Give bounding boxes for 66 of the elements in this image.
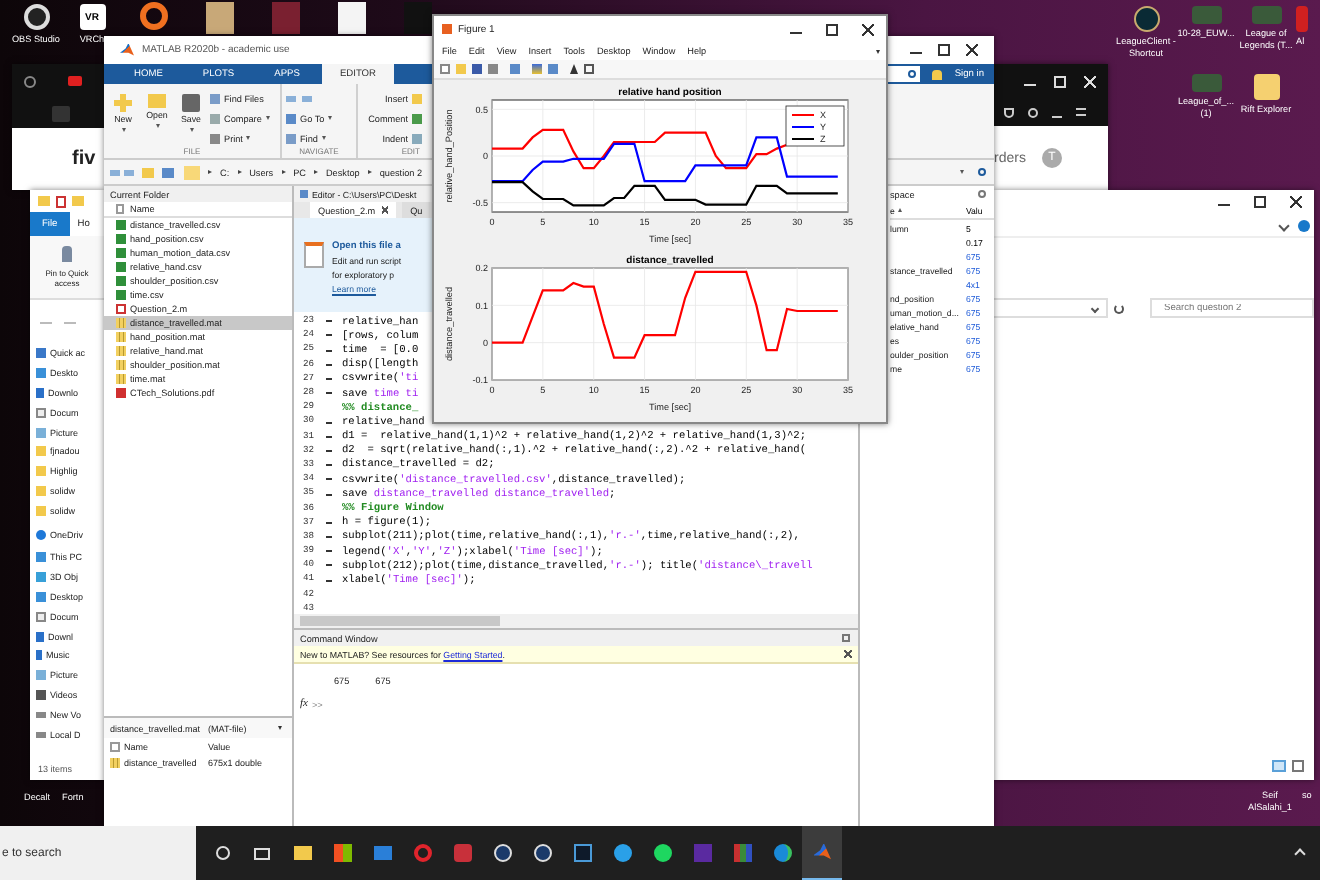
- minimize-icon[interactable]: [910, 46, 922, 54]
- close-icon[interactable]: [862, 23, 874, 35]
- circle-icon: [613, 844, 631, 862]
- photo-placeholder: [206, 2, 234, 34]
- peak-icon: [120, 43, 134, 57]
- script-icon: [116, 304, 126, 314]
- chevron-icon[interactable]: [1090, 303, 1100, 313]
- tiles-view-icon[interactable]: [1292, 760, 1304, 772]
- grid-file-icon: [110, 757, 120, 767]
- app-icon: [573, 844, 591, 862]
- task-view-icon: [254, 847, 270, 859]
- colorbar-icon[interactable]: [532, 64, 542, 74]
- close-icon[interactable]: [1084, 75, 1096, 87]
- circle-icon[interactable]: [24, 75, 36, 87]
- dock-arrow-icon[interactable]: [876, 49, 880, 53]
- menu-icon[interactable]: [1076, 108, 1086, 116]
- drive-icon: [36, 711, 46, 718]
- pointer-icon[interactable]: [570, 64, 578, 74]
- checkbox-icon: [116, 204, 124, 214]
- taskbar-button[interactable]: [802, 826, 842, 880]
- new-file-icon[interactable]: [440, 64, 450, 74]
- help-icon[interactable]: [1298, 219, 1310, 231]
- close-icon[interactable]: [381, 206, 389, 214]
- shield-icon[interactable]: [1004, 107, 1014, 117]
- refresh-icon[interactable]: [1114, 303, 1124, 313]
- photo-placeholder: [272, 2, 300, 34]
- chart-document-icon: [304, 242, 324, 268]
- panel-icon[interactable]: [584, 64, 594, 74]
- bell-icon[interactable]: [932, 69, 943, 79]
- site-logo: fiv: [72, 148, 96, 170]
- chevron-up-icon[interactable]: [1294, 847, 1306, 859]
- table-icon: [110, 741, 120, 751]
- document-icon: [56, 195, 66, 207]
- maximize-icon[interactable]: [938, 44, 950, 56]
- thumbnail-icon[interactable]: [1191, 74, 1221, 92]
- search-icon: [908, 70, 917, 78]
- caret-icon: [155, 124, 159, 128]
- search-field[interactable]: [888, 66, 921, 82]
- scrollbar-thumb[interactable]: [300, 616, 500, 626]
- drive-icon: [36, 731, 46, 738]
- maximize-icon[interactable]: [1254, 196, 1266, 208]
- thumbnail-icon[interactable]: [1251, 6, 1281, 24]
- panel-menu-icon[interactable]: [978, 190, 986, 198]
- document-icon: [36, 611, 46, 622]
- caret-icon: [121, 128, 125, 132]
- address-field[interactable]: [994, 298, 1108, 318]
- circle-icon: [653, 844, 671, 862]
- ring-icon: [413, 844, 431, 862]
- ring-icon[interactable]: [140, 2, 168, 30]
- caret-icon[interactable]: [960, 170, 964, 174]
- close-icon[interactable]: [844, 650, 852, 658]
- document-icon: [36, 407, 46, 418]
- caret-icon: [189, 128, 193, 132]
- search-icon[interactable]: [978, 168, 986, 176]
- close-icon[interactable]: [1290, 196, 1302, 208]
- maximize-icon[interactable]: [826, 23, 838, 35]
- thumbnail-icon[interactable]: [1191, 6, 1221, 24]
- plus-icon: [114, 94, 132, 112]
- circle-icon: [215, 846, 229, 860]
- play-icon[interactable]: [68, 76, 82, 86]
- app-icon: [693, 844, 711, 862]
- minimize-icon[interactable]: [1218, 198, 1230, 206]
- panel-menu-icon[interactable]: [842, 634, 850, 642]
- sort-arrow-icon: [898, 208, 903, 212]
- app-icon: [453, 844, 471, 862]
- close-icon[interactable]: [966, 44, 978, 56]
